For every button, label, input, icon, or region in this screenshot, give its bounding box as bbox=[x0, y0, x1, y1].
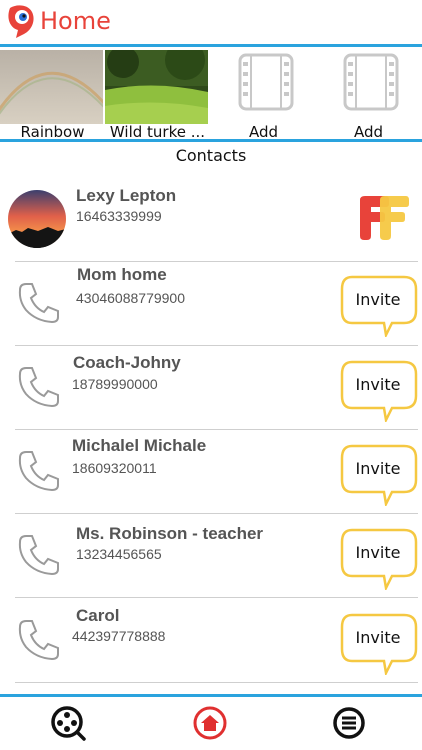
ff-member-icon bbox=[360, 196, 409, 240]
phone-icon bbox=[18, 451, 59, 492]
media-add-slot-2[interactable]: Add bbox=[316, 47, 421, 141]
media-strip: Rainbow Wild turke ... Add Add bbox=[0, 47, 422, 141]
invite-label: Invite bbox=[355, 543, 401, 562]
row-divider bbox=[15, 345, 418, 346]
media-add-slot-1[interactable]: Add bbox=[211, 47, 316, 141]
invite-button[interactable]: Invite bbox=[340, 275, 418, 337]
wild-turkey-thumbnail bbox=[105, 50, 208, 124]
phone-icon bbox=[18, 283, 59, 324]
invite-button[interactable]: Invite bbox=[340, 613, 418, 675]
bottom-nav bbox=[0, 697, 422, 750]
film-reel-icon[interactable] bbox=[50, 705, 86, 741]
avatar bbox=[8, 190, 66, 248]
invite-button[interactable]: Invite bbox=[340, 360, 418, 422]
phone-icon bbox=[18, 367, 59, 408]
media-divider bbox=[0, 139, 422, 142]
media-item-rainbow[interactable]: Rainbow bbox=[0, 47, 105, 141]
rainbow-thumbnail bbox=[0, 50, 103, 124]
invite-label: Invite bbox=[355, 628, 401, 647]
page-title: Home bbox=[40, 7, 111, 35]
film-icon bbox=[343, 53, 399, 111]
row-divider bbox=[15, 429, 418, 430]
menu-icon[interactable] bbox=[331, 705, 367, 741]
invite-button[interactable]: Invite bbox=[340, 528, 418, 590]
invite-label: Invite bbox=[355, 290, 401, 309]
invite-label: Invite bbox=[355, 459, 401, 478]
app-logo-icon[interactable] bbox=[6, 4, 36, 40]
contacts-heading: Contacts bbox=[175, 146, 247, 165]
row-divider bbox=[15, 682, 418, 683]
phone-icon bbox=[18, 535, 59, 576]
app-header: Home bbox=[0, 0, 422, 44]
film-icon bbox=[238, 53, 294, 111]
row-divider bbox=[15, 513, 418, 514]
home-icon[interactable] bbox=[192, 705, 228, 741]
phone-icon bbox=[18, 620, 59, 661]
row-divider bbox=[15, 597, 418, 598]
invite-label: Invite bbox=[355, 375, 401, 394]
invite-button[interactable]: Invite bbox=[340, 444, 418, 506]
row-divider bbox=[15, 261, 418, 262]
media-item-wild-turkey[interactable]: Wild turke ... bbox=[105, 47, 210, 141]
